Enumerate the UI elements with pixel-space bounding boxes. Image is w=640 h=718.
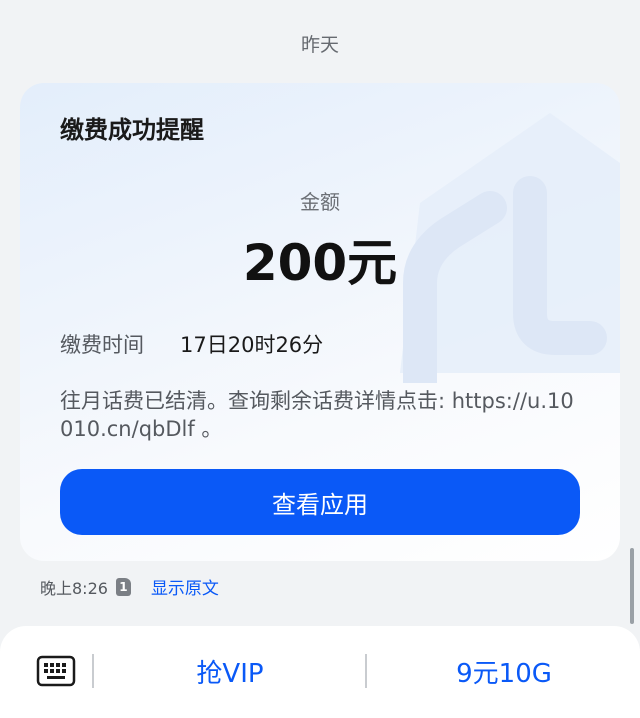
pay-time-label: 缴费时间 <box>60 333 144 357</box>
divider <box>92 654 94 688</box>
pay-time-row: 缴费时间 17日20时26分 <box>60 329 323 359</box>
sim-card-icon: 1 <box>115 577 131 596</box>
date-separator: 昨天 <box>300 34 339 56</box>
show-original-link[interactable]: 显示原文 <box>151 574 219 599</box>
keyboard-icon[interactable] <box>36 654 76 688</box>
pay-time-value: 17日20时26分 <box>180 333 324 357</box>
scrollbar[interactable] <box>630 548 634 624</box>
view-app-button[interactable]: 查看应用 <box>60 469 580 535</box>
message-time: 晚上8:26 <box>40 578 108 598</box>
quick-reply-bar: 抢VIP 9元10G <box>0 626 640 718</box>
message-body[interactable]: 往月话费已结清。查询剩余话费详情点击: https://u.10010.cn/q… <box>60 387 580 443</box>
quick-action-vip[interactable]: 抢VIP <box>100 652 360 690</box>
sms-thread-screen: 昨天 缴费成功提醒 金额 200元 缴费时间 17日20时26分 往月话费已结清… <box>0 0 640 718</box>
payment-notification-card[interactable]: 缴费成功提醒 金额 200元 缴费时间 17日20时26分 往月话费已结清。查询… <box>20 83 620 561</box>
message-meta: 晚上8:26 1 显示原文 <box>40 574 219 599</box>
quick-action-data-pack[interactable]: 9元10G <box>370 652 638 690</box>
amount-value: 200元 <box>242 234 398 292</box>
card-title: 缴费成功提醒 <box>60 116 204 144</box>
divider <box>365 654 367 688</box>
amount-label: 金额 <box>300 190 340 214</box>
